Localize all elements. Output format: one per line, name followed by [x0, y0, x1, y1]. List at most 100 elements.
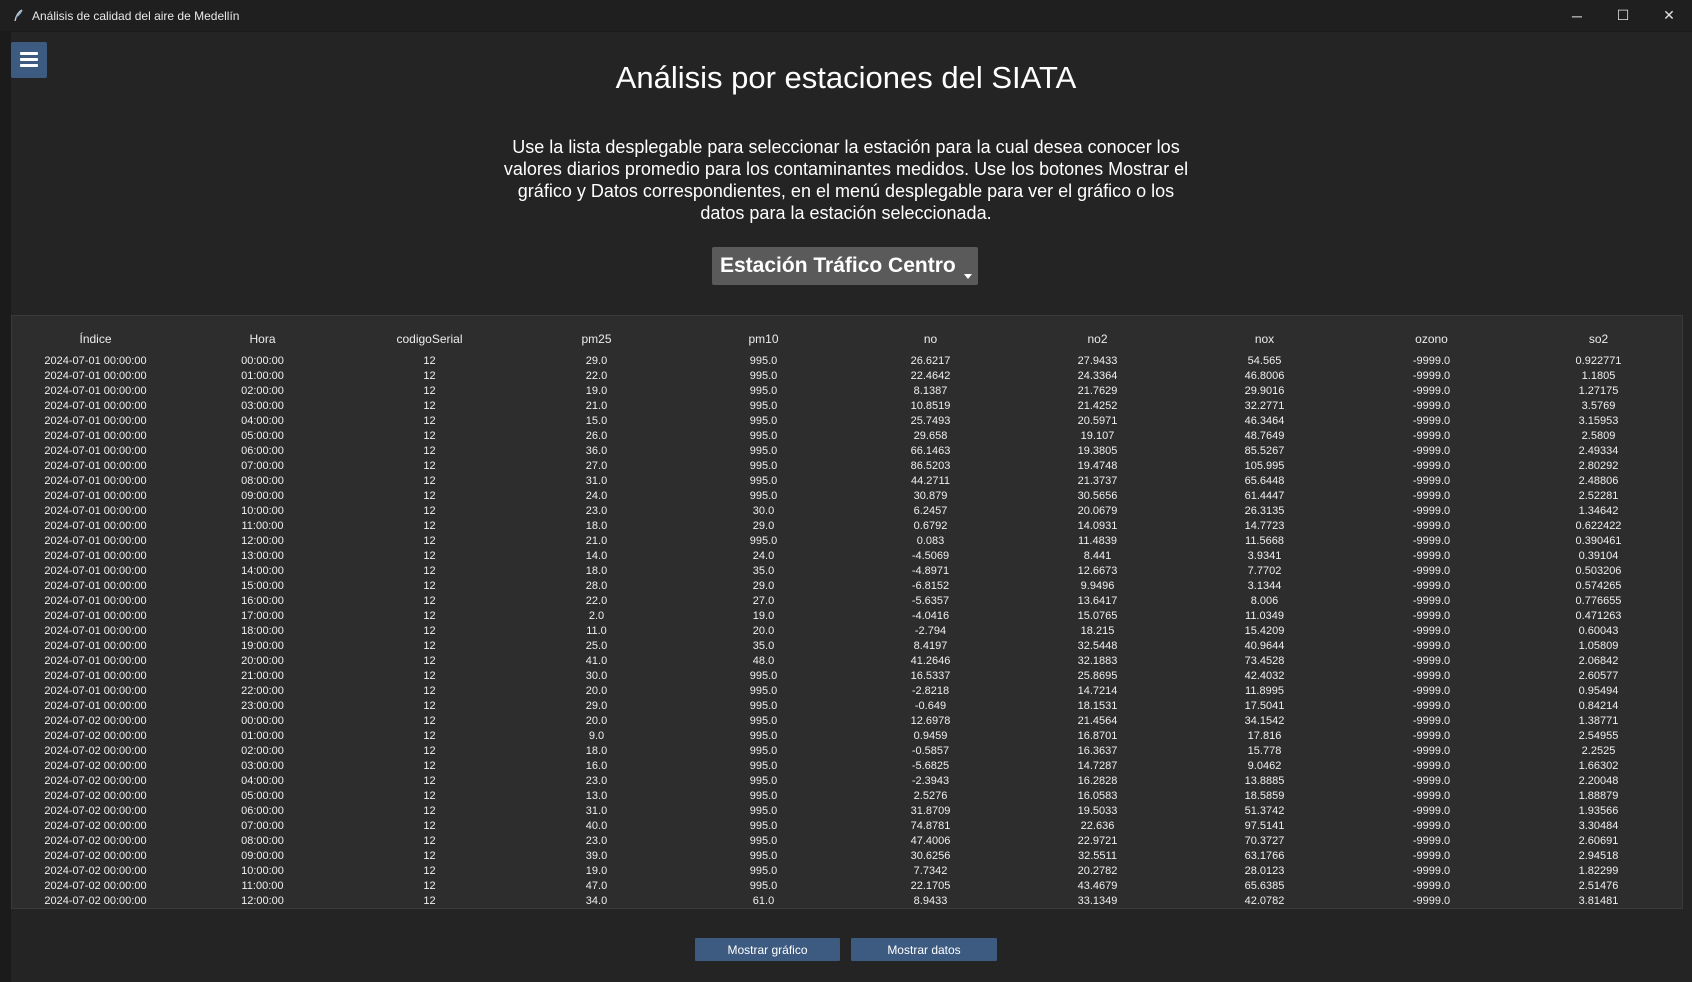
table-cell: 2024-07-02 00:00:00 — [44, 760, 147, 772]
table-row[interactable]: 2024-07-02 00:00:00 01:00:00 12 9.0 995.0 0.9… — [12, 729, 1682, 744]
table-cell: 2024-07-01 00:00:00 — [44, 520, 147, 532]
table-cell: 61.0 — [752, 895, 775, 907]
table-row[interactable]: 2024-07-01 00:00:00 14:00:00 12 18.0 35.0 -4.… — [12, 564, 1682, 579]
column-header[interactable]: so2 — [1515, 316, 1682, 354]
table-row[interactable]: 2024-07-01 00:00:00 23:00:00 12 29.0 995.0 -0… — [12, 699, 1682, 714]
table-cell: 65.6448 — [1244, 475, 1285, 487]
table-row[interactable]: 2024-07-01 00:00:00 08:00:00 12 31.0 995.0 44… — [12, 474, 1682, 489]
table-row[interactable]: 2024-07-01 00:00:00 05:00:00 12 26.0 995.0 29… — [12, 429, 1682, 444]
table-cell: 3.1344 — [1247, 580, 1282, 592]
table-row[interactable]: 2024-07-01 00:00:00 21:00:00 12 30.0 995.0 16… — [12, 669, 1682, 684]
table-cell: 2.06842 — [1578, 655, 1619, 667]
app-window: Análisis de calidad del aire de Medellín… — [0, 0, 1692, 982]
table-row[interactable]: 2024-07-01 00:00:00 22:00:00 12 20.0 995.0 -2… — [12, 684, 1682, 699]
table-cell: 2024-07-01 00:00:00 — [44, 355, 147, 367]
table-cell: 31.0 — [585, 805, 608, 817]
table-cell: 42.0782 — [1244, 895, 1285, 907]
table-row[interactable]: 2024-07-01 00:00:00 16:00:00 12 22.0 27.0 -5.… — [12, 594, 1682, 609]
table-cell: 995.0 — [749, 415, 778, 427]
column-header[interactable]: no2 — [1014, 316, 1181, 354]
table-cell: 12 — [423, 625, 436, 637]
table-cell: 29.0 — [752, 580, 775, 592]
table-cell: 9.0 — [588, 730, 605, 742]
column-header[interactable]: Hora — [179, 316, 346, 354]
table-row[interactable]: 2024-07-01 00:00:00 11:00:00 12 18.0 29.0 0.6… — [12, 519, 1682, 534]
column-header[interactable]: nox — [1181, 316, 1348, 354]
table-row[interactable]: 2024-07-02 00:00:00 03:00:00 12 16.0 995.0 -5… — [12, 759, 1682, 774]
table-row[interactable]: 2024-07-01 00:00:00 17:00:00 12 2.0 19.0 -4.0… — [12, 609, 1682, 624]
table-cell: 28.0 — [585, 580, 608, 592]
table-row[interactable]: 2024-07-01 00:00:00 10:00:00 12 23.0 30.0 6.2… — [12, 504, 1682, 519]
table-row[interactable]: 2024-07-01 00:00:00 18:00:00 12 11.0 20.0 -2.… — [12, 624, 1682, 639]
table-row[interactable]: 2024-07-01 00:00:00 04:00:00 12 15.0 995.0 25… — [12, 414, 1682, 429]
column-header[interactable]: pm25 — [513, 316, 680, 354]
column-header[interactable]: pm10 — [680, 316, 847, 354]
table-cell: 12 — [423, 640, 436, 652]
table-cell: 0.776655 — [1575, 595, 1622, 607]
table-cell: 12 — [423, 505, 436, 517]
table-row[interactable]: 2024-07-02 00:00:00 08:00:00 12 23.0 995.0 47… — [12, 834, 1682, 849]
table-cell: 21.4564 — [1077, 715, 1118, 727]
table-cell: 1.1805 — [1581, 370, 1616, 382]
table-cell: 2024-07-02 00:00:00 — [44, 715, 147, 727]
table-cell: 36.0 — [585, 445, 608, 457]
table-cell: 2.49334 — [1578, 445, 1619, 457]
table-row[interactable]: 2024-07-02 00:00:00 09:00:00 12 39.0 995.0 30… — [12, 849, 1682, 864]
table-row[interactable]: 2024-07-01 00:00:00 02:00:00 12 19.0 995.0 8.… — [12, 384, 1682, 399]
table-cell: 12 — [423, 820, 436, 832]
table-cell: 16.0 — [585, 760, 608, 772]
table-row[interactable]: 2024-07-01 00:00:00 06:00:00 12 36.0 995.0 66… — [12, 444, 1682, 459]
column-header[interactable]: ozono — [1348, 316, 1515, 354]
table-cell: 21:00:00 — [241, 670, 284, 682]
table-cell: 15:00:00 — [241, 580, 284, 592]
table-cell: 2024-07-02 00:00:00 — [44, 865, 147, 877]
table-row[interactable]: 2024-07-01 00:00:00 03:00:00 12 21.0 995.0 10… — [12, 399, 1682, 414]
table-cell: 995.0 — [749, 715, 778, 727]
table-cell: 8.006 — [1250, 595, 1279, 607]
table-row[interactable]: 2024-07-01 00:00:00 12:00:00 12 21.0 995.0 0.… — [12, 534, 1682, 549]
close-button[interactable]: ✕ — [1646, 0, 1692, 31]
table-cell: 8.1387 — [913, 385, 948, 397]
table-row[interactable]: 2024-07-02 00:00:00 10:00:00 12 19.0 995.0 7.… — [12, 864, 1682, 879]
table-cell: 06:00:00 — [241, 805, 284, 817]
table-cell: 23.0 — [585, 505, 608, 517]
table-cell: -9999.0 — [1412, 670, 1451, 682]
minimize-button[interactable]: ─ — [1554, 0, 1600, 31]
table-row[interactable]: 2024-07-02 00:00:00 05:00:00 12 13.0 995.0 2.… — [12, 789, 1682, 804]
table-cell: 995.0 — [749, 445, 778, 457]
show-chart-button[interactable]: Mostrar gráfico — [695, 938, 840, 961]
table-cell: 46.3464 — [1244, 415, 1285, 427]
table-row[interactable]: 2024-07-02 00:00:00 12:00:00 12 34.0 61.0 8.9… — [12, 894, 1682, 908]
table-cell: 16.2828 — [1077, 775, 1118, 787]
table-cell: 1.66302 — [1578, 760, 1619, 772]
table-cell: 29.0 — [585, 355, 608, 367]
column-header[interactable]: Índice — [12, 316, 179, 354]
table-cell: 995.0 — [749, 880, 778, 892]
table-row[interactable]: 2024-07-01 00:00:00 15:00:00 12 28.0 29.0 -6.… — [12, 579, 1682, 594]
table-row[interactable]: 2024-07-02 00:00:00 06:00:00 12 31.0 995.0 31… — [12, 804, 1682, 819]
table-cell: 19.5033 — [1077, 805, 1118, 817]
table-cell: 2024-07-01 00:00:00 — [44, 640, 147, 652]
table-row[interactable]: 2024-07-01 00:00:00 09:00:00 12 24.0 995.0 30… — [12, 489, 1682, 504]
column-header[interactable]: codigoSerial — [346, 316, 513, 354]
table-row[interactable]: 2024-07-01 00:00:00 20:00:00 12 41.0 48.0 41.… — [12, 654, 1682, 669]
table-cell: 13.0 — [585, 790, 608, 802]
table-row[interactable]: 2024-07-01 00:00:00 00:00:00 12 29.0 995.0 26… — [12, 354, 1682, 369]
table-row[interactable]: 2024-07-01 00:00:00 13:00:00 12 14.0 24.0 -4.… — [12, 549, 1682, 564]
station-select[interactable]: Estación Tráfico Centro — [712, 247, 978, 285]
table-row[interactable]: 2024-07-01 00:00:00 19:00:00 12 25.0 35.0 8.4… — [12, 639, 1682, 654]
table-cell: 12 — [423, 595, 436, 607]
table-row[interactable]: 2024-07-02 00:00:00 11:00:00 12 47.0 995.0 22… — [12, 879, 1682, 894]
table-row[interactable]: 2024-07-02 00:00:00 00:00:00 12 20.0 995.0 12… — [12, 714, 1682, 729]
table-cell: 0.574265 — [1575, 580, 1622, 592]
show-data-button[interactable]: Mostrar datos — [851, 938, 997, 961]
table-cell: 105.995 — [1244, 460, 1285, 472]
table-cell: 995.0 — [749, 850, 778, 862]
table-row[interactable]: 2024-07-01 00:00:00 07:00:00 12 27.0 995.0 86… — [12, 459, 1682, 474]
maximize-button[interactable]: ☐ — [1600, 0, 1646, 31]
table-row[interactable]: 2024-07-02 00:00:00 07:00:00 12 40.0 995.0 74… — [12, 819, 1682, 834]
table-row[interactable]: 2024-07-01 00:00:00 01:00:00 12 22.0 995.0 22… — [12, 369, 1682, 384]
column-header[interactable]: no — [847, 316, 1014, 354]
table-row[interactable]: 2024-07-02 00:00:00 04:00:00 12 23.0 995.0 -2… — [12, 774, 1682, 789]
table-row[interactable]: 2024-07-02 00:00:00 02:00:00 12 18.0 995.0 -0… — [12, 744, 1682, 759]
